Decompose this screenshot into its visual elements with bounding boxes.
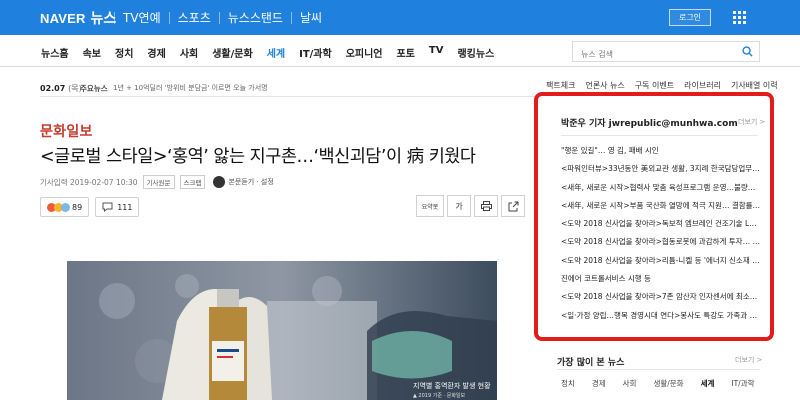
nav-item-life-culture[interactable]: 생활/문화 (212, 45, 252, 60)
current-date: 02.07 (목) (40, 83, 82, 94)
divider (561, 135, 758, 136)
speaker-icon (213, 176, 226, 188)
divider (290, 12, 292, 24)
photo-caption-title: 지역별 홍역환자 발생 현황 (413, 382, 491, 390)
tab-society[interactable]: 사회 (623, 378, 637, 389)
list-item[interactable]: <파워인터뷰>33년동안 美외교관 생활, 3지례 한국담당업무 맡… (561, 164, 761, 182)
tab-world[interactable]: 세계 (701, 378, 715, 389)
divider (168, 12, 170, 24)
service-links: TV연예 스포츠 뉴스스탠드 날씨 (106, 9, 322, 26)
article-input-date: 기사입력 2019-02-07 10:30 (40, 177, 138, 187)
divider (40, 96, 535, 97)
most-viewed-more-link[interactable]: 더보기 > (735, 355, 762, 365)
nav-item-society[interactable]: 사회 (180, 45, 198, 60)
service-links-right: 팩트체크 언론사 뉴스 구독 이벤트 라이브러리 기사배열 이력 (546, 80, 788, 91)
link-subscribe-event[interactable]: 구독 이벤트 (635, 80, 674, 91)
nav-item-breaking[interactable]: 속보 (83, 45, 101, 60)
scrap-button[interactable]: 스크랩 (179, 175, 206, 189)
nav-item-ranking[interactable]: 랭킹뉴스 (457, 45, 494, 60)
font-size-button[interactable]: 가 (447, 195, 471, 217)
main-news-label: 주요뉴스 (80, 84, 108, 93)
reporter-more-link[interactable]: 더보기 > (738, 117, 765, 127)
nav-item-economy[interactable]: 경제 (147, 45, 165, 60)
list-item[interactable]: "행운 있길"… 영 김, 패배 시인 (561, 146, 761, 164)
nav-item-it-science[interactable]: IT/과학 (299, 45, 332, 60)
nav-item-news-home[interactable]: 뉴스홈 (41, 45, 69, 60)
list-item[interactable]: 진에어 코트롤서비스 시행 등 (561, 274, 761, 292)
divider (557, 369, 760, 370)
print-button[interactable] (474, 195, 498, 217)
service-sports[interactable]: 스포츠 (178, 9, 211, 26)
print-icon (480, 201, 492, 211)
service-tv-entertainment[interactable]: TV연예 (123, 9, 161, 26)
list-item[interactable]: <도약 2018 신사업을 찾아라>협동로봇에 과감하게 투자… 산… (561, 237, 761, 255)
photo-caption-sub: ▲ 2019 기준 · 문화일보 (413, 393, 466, 399)
article-title: <글로벌 스타일>‘홍역’ 앓는 지구촌…‘백신괴담’이 病 키웠다 (40, 147, 476, 167)
original-article-link[interactable]: 기사원문 (142, 175, 175, 189)
rolling-headline[interactable]: 1년 + 10억딜러 '방위비 분담금' 이르면 오늘 가서명 (113, 83, 268, 93)
app-grid-icon[interactable] (733, 11, 746, 24)
reporter-article-list: "행운 있길"… 영 김, 패배 시인 <파워인터뷰>33년동안 美외교관 생활… (561, 146, 761, 329)
date-value: 02.07 (40, 84, 66, 93)
link-library[interactable]: 라이브러리 (684, 80, 721, 91)
press-logo[interactable]: 문화일보 (40, 121, 93, 141)
link-arrangement-history[interactable]: 기사배열 이력 (731, 80, 778, 91)
reporter-name-email[interactable]: 박준우 기자 jwrepublic@munhwa.com (561, 116, 738, 129)
list-item[interactable]: <도약 2018 신사업을 찾아라>7존 암산자 인자센서에 최소한… (561, 292, 761, 310)
section-nav: 뉴스홈 속보 정치 경제 사회 생활/문화 세계 IT/과학 오피니언 포토 T… (0, 35, 800, 67)
divider (218, 12, 220, 24)
login-button[interactable]: 로그인 (669, 9, 711, 26)
list-item[interactable]: <도약 2018 신사업을 찾아라>리튬-니켈 등 '에너지 신소재 사업… (561, 256, 761, 274)
emotion-button[interactable]: 89 (40, 197, 90, 217)
list-item[interactable]: <일·가정 양립…행복 경영시대 연다>봉사도 특강도 가족과 함… (561, 311, 761, 329)
audio-read-control[interactable]: 본문듣기 · 설정 (213, 176, 274, 188)
list-item[interactable]: <도약 2018 신사업을 찾아라>독보적 엠브레인 건조기술 LNG… (561, 219, 761, 237)
vaccine-photo-illustration (67, 261, 497, 400)
nav-item-politics[interactable]: 정치 (115, 45, 133, 60)
most-viewed-title: 가장 많이 본 뉴스 (557, 358, 625, 368)
search-icon[interactable] (742, 46, 753, 57)
tab-economy[interactable]: 경제 (592, 378, 606, 389)
section-menu: 뉴스홈 속보 정치 경제 사회 생활/문화 세계 IT/과학 오피니언 포토 T… (41, 45, 508, 60)
nav-item-opinion[interactable]: 오피니언 (346, 45, 383, 60)
news-search-input[interactable] (573, 45, 733, 64)
most-viewed-tabs: 정치 경제 사회 생활/문화 세계 IT/과학 (561, 378, 772, 389)
naver-logo-text: NAVER (40, 10, 86, 26)
link-press-news[interactable]: 언론사 뉴스 (585, 80, 624, 91)
audio-read-label: 본문듣기 · 설정 (228, 178, 274, 186)
emotion-icon (47, 202, 70, 212)
article-tools: 요약봇 가 (413, 195, 525, 217)
article-photo: 지역별 홍역환자 발생 현황 ▲ 2019 기준 · 문화일보 (67, 261, 497, 400)
emotion-count: 89 (72, 202, 83, 212)
reporter-articles-panel: 박준우 기자 jwrepublic@munhwa.com 더보기 > "행운 있… (534, 92, 774, 341)
divider (114, 12, 115, 24)
nav-item-world[interactable]: 세계 (267, 45, 285, 60)
nav-item-photo[interactable]: 포토 (397, 45, 415, 60)
link-fact-check[interactable]: 팩트체크 (546, 80, 575, 91)
list-item[interactable]: <새年, 새로운 시작>협력사 맞춤 육성프로그램 운영…불량률 1… (561, 183, 761, 201)
reaction-bar: 89 111 (40, 197, 145, 217)
nav-item-tv[interactable]: TV (429, 45, 444, 60)
top-header: NAVER 뉴스 TV연예 스포츠 뉴스스탠드 날씨 로그인 (0, 0, 800, 35)
news-search-box (572, 41, 760, 64)
tab-life-culture[interactable]: 생활/문화 (653, 378, 683, 389)
tab-it-science[interactable]: IT/과학 (731, 378, 754, 389)
share-icon (508, 201, 518, 211)
tab-politics[interactable]: 정치 (561, 378, 575, 389)
service-weather[interactable]: 날씨 (300, 9, 322, 26)
comment-icon (102, 202, 113, 212)
naver-news-logo[interactable]: NAVER 뉴스 (40, 9, 116, 28)
list-item[interactable]: <새年, 새로운 시작>부품 국산화 열망에 적극 지원… 결함률 0… (561, 201, 761, 219)
comment-count: 111 (117, 202, 133, 212)
service-newsstand[interactable]: 뉴스스탠드 (228, 9, 283, 26)
photo-caption: 지역별 홍역환자 발생 현황 ▲ 2019 기준 · 문화일보 (413, 381, 491, 399)
summary-bot-button[interactable]: 요약봇 (416, 195, 444, 217)
comment-button[interactable]: 111 (95, 197, 140, 217)
article-meta: 기사입력 2019-02-07 10:30 기사원문 스크랩 본문듣기 · 설정 (40, 175, 274, 189)
share-button[interactable] (501, 195, 525, 217)
